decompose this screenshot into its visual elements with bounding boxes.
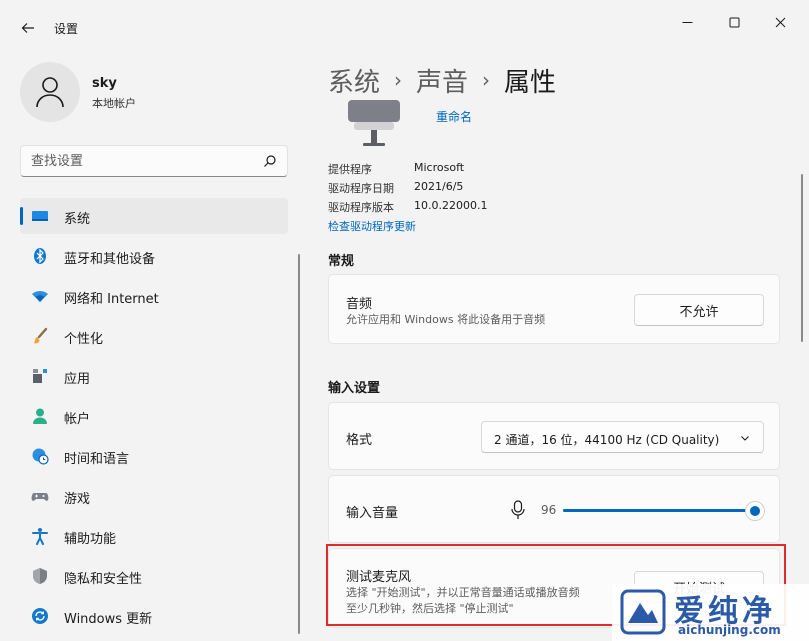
wifi-icon <box>31 287 49 305</box>
brush-icon <box>31 327 49 345</box>
user-name: sky <box>92 76 117 91</box>
sidebar-item-network[interactable]: 网络和 Internet <box>20 278 288 314</box>
watermark-logo-icon <box>620 589 666 635</box>
gamepad-icon <box>31 487 49 505</box>
slider-thumb[interactable] <box>745 501 765 521</box>
sidebar-item-label: Windows 更新 <box>64 612 153 627</box>
search-input[interactable] <box>31 146 251 176</box>
info-value: 2021/6/5 <box>414 180 464 193</box>
sidebar-item-accounts[interactable]: 帐户 <box>20 398 288 434</box>
breadcrumb-item-system[interactable]: 系统 <box>328 62 380 99</box>
sidebar-item-label: 系统 <box>64 212 91 227</box>
sidebar-item-label: 辅助功能 <box>64 532 117 547</box>
input-volume-slider[interactable] <box>563 500 765 521</box>
sidebar-item-privacy[interactable]: 隐私和安全性 <box>20 558 288 594</box>
settings-window: 设置 sky 本地帐户 查找设置 系统 蓝牙和其他设备 网络和 Internet… <box>0 0 809 641</box>
sidebar-item-label: 隐私和安全性 <box>64 572 143 587</box>
info-row: 驱动程序版本 10.0.22000.1 <box>328 199 487 218</box>
sidebar-item-time-language[interactable]: 时间和语言 <box>20 438 288 474</box>
info-key: 驱动程序日期 <box>328 182 394 195</box>
info-value: 10.0.22000.1 <box>414 199 488 212</box>
update-icon <box>31 607 49 625</box>
close-button[interactable] <box>757 8 803 36</box>
sidebar-item-system[interactable]: 系统 <box>20 198 288 234</box>
minimize-button[interactable] <box>664 8 710 36</box>
app-title: 设置 <box>54 22 79 36</box>
sidebar-item-label: 网络和 Internet <box>64 292 159 307</box>
breadcrumb-separator: › <box>482 68 491 92</box>
chevron-down-icon <box>741 436 749 441</box>
breadcrumb: 系统 › 声音 › 属性 <box>328 62 556 98</box>
main-scrollbar[interactable] <box>801 174 803 342</box>
breadcrumb-item-sound[interactable]: 声音 <box>416 62 468 99</box>
search-box[interactable] <box>20 145 288 177</box>
maximize-icon <box>729 17 739 27</box>
info-key: 提供程序 <box>328 163 372 176</box>
audio-card: 音频 允许应用和 Windows 将此设备用于音频 不允许 <box>328 274 780 344</box>
maximize-button[interactable] <box>711 8 757 36</box>
nav-list: 系统 蓝牙和其他设备 网络和 Internet 个性化 应用 帐户 时间和语言 … <box>20 198 288 638</box>
title-bar: 设置 <box>0 0 809 44</box>
info-row: 提供程序 Microsoft <box>328 161 487 180</box>
sidebar-item-apps[interactable]: 应用 <box>20 358 288 394</box>
input-volume-card: 输入音量 96 <box>328 475 780 543</box>
sidebar-item-label: 个性化 <box>64 332 104 347</box>
apps-icon <box>31 367 49 385</box>
sidebar-item-label: 应用 <box>64 372 91 387</box>
sidebar: sky 本地帐户 系统 蓝牙和其他设备 <box>0 44 308 641</box>
input-volume-value: 96 <box>541 503 557 517</box>
page-title: 属性 <box>504 67 557 98</box>
microphone-icon[interactable] <box>509 500 527 520</box>
format-select[interactable]: 2 通道，16 位，44100 Hz (CD Quality) <box>481 421 764 453</box>
avatar[interactable] <box>20 62 80 122</box>
format-card: 格式 2 通道，16 位，44100 Hz (CD Quality) <box>328 402 780 470</box>
sidebar-item-accessibility[interactable]: 辅助功能 <box>20 518 288 554</box>
minimize-icon <box>682 21 692 23</box>
section-title-input-settings: 输入设置 <box>328 381 381 396</box>
audio-title: 音频 <box>346 297 373 312</box>
format-title: 格式 <box>346 433 373 448</box>
sidebar-item-windows-update[interactable]: Windows 更新 <box>20 598 288 634</box>
main-content: 系统 › 声音 › 属性 重命名 提供程序 Microsoft 驱动程序日期 2… <box>308 44 809 641</box>
info-row: 驱动程序日期 2021/6/5 <box>328 180 487 199</box>
info-value: Microsoft <box>414 161 465 174</box>
sidebar-item-label: 帐户 <box>64 412 91 427</box>
watermark-brand-en: aichunjing.com <box>678 623 781 637</box>
format-selected-value: 2 通道，16 位，44100 Hz (CD Quality) <box>494 433 720 447</box>
bluetooth-icon <box>31 247 49 265</box>
section-title-general: 常规 <box>328 254 355 269</box>
sidebar-item-label: 时间和语言 <box>64 452 130 467</box>
microphone-device-icon <box>348 100 400 146</box>
disallow-button[interactable]: 不允许 <box>634 294 764 326</box>
rename-link[interactable]: 重命名 <box>436 108 472 125</box>
active-indicator <box>20 207 23 225</box>
slider-fill <box>563 509 755 512</box>
shield-icon <box>31 567 49 585</box>
back-button[interactable] <box>14 14 42 42</box>
device-info: 提供程序 Microsoft 驱动程序日期 2021/6/5 驱动程序版本 10… <box>328 161 487 218</box>
sidebar-item-label: 蓝牙和其他设备 <box>64 252 156 267</box>
globe-clock-icon <box>31 447 49 465</box>
accessibility-icon <box>31 527 49 545</box>
system-icon <box>31 207 49 225</box>
input-volume-title: 输入音量 <box>346 506 399 521</box>
audio-description: 允许应用和 Windows 将此设备用于音频 <box>346 313 546 326</box>
breadcrumb-separator: › <box>394 68 403 92</box>
sidebar-item-bluetooth[interactable]: 蓝牙和其他设备 <box>20 238 288 274</box>
account-icon <box>31 407 49 425</box>
sidebar-scrollbar[interactable] <box>298 254 300 634</box>
sidebar-item-label: 游戏 <box>64 492 91 507</box>
back-arrow-icon <box>21 23 34 33</box>
user-icon <box>36 77 64 108</box>
account-type: 本地帐户 <box>92 97 136 110</box>
info-key: 驱动程序版本 <box>328 201 394 214</box>
sidebar-item-personalization[interactable]: 个性化 <box>20 318 288 354</box>
check-driver-update-link[interactable]: 检查驱动程序更新 <box>328 218 416 234</box>
close-icon <box>775 17 785 27</box>
watermark: 爱纯净 aichunjing.com <box>612 584 809 641</box>
search-icon[interactable] <box>263 154 277 168</box>
sidebar-item-gaming[interactable]: 游戏 <box>20 478 288 514</box>
